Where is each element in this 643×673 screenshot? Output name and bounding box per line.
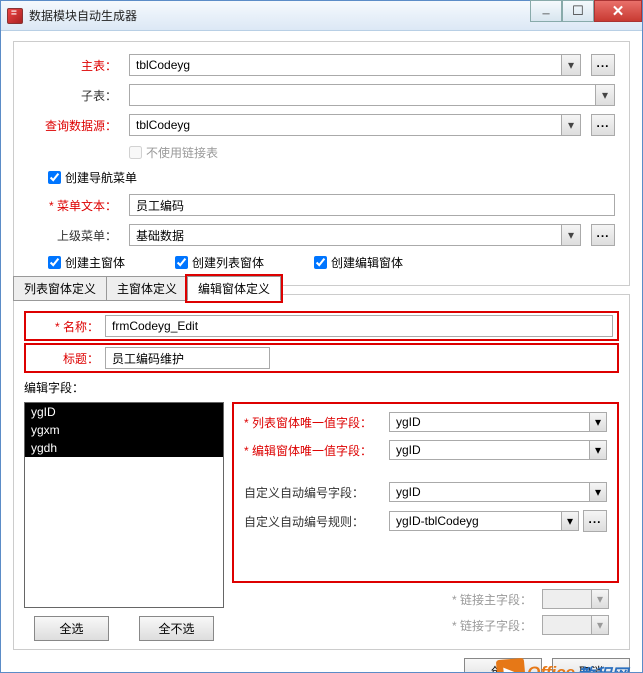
auto-num-field-combo[interactable]: ygID (389, 482, 607, 502)
parent-menu-label: 上级菜单： (28, 227, 123, 244)
create-button[interactable]: 创建 (464, 658, 542, 672)
field-config-box: * 列表窗体唯一值字段： ygID * 编辑窗体唯一值字段： ygID 自定义自… (232, 402, 619, 583)
select-all-button[interactable]: 全选 (34, 616, 109, 641)
link-main-label: * 链接主字段： (242, 591, 542, 608)
tab-list-def[interactable]: 列表窗体定义 (13, 276, 107, 301)
create-list-form-checkbox[interactable]: 创建列表窗体 (175, 254, 264, 271)
list-item[interactable]: ygID (25, 403, 223, 421)
parent-menu-combo[interactable]: 基础数据 (129, 224, 581, 246)
list-unique-combo[interactable]: ygID (389, 412, 607, 432)
edit-name-label: * 名称： (30, 318, 105, 335)
query-source-label: 查询数据源： (28, 117, 123, 134)
edit-name-input[interactable]: frmCodeyg_Edit (105, 315, 613, 337)
edit-title-label: 标题： (30, 350, 105, 367)
cancel-button[interactable]: 取消 (552, 658, 630, 672)
menu-text-input[interactable]: 员工编码 (129, 194, 615, 216)
link-main-combo (542, 589, 609, 609)
field-listbox[interactable]: ygID ygxm ygdh (24, 402, 224, 608)
sub-table-combo[interactable] (129, 84, 615, 106)
edit-title-input[interactable]: 员工编码维护 (105, 347, 270, 369)
window-controls (530, 1, 642, 30)
menu-text-label: * 菜单文本： (28, 197, 123, 214)
list-item[interactable]: ygdh (25, 439, 223, 457)
bottom-bar: 创建 取消 ▶ Office 教程网 www.office26.com (13, 650, 630, 672)
link-sub-label: * 链接子字段： (242, 617, 542, 634)
list-item[interactable]: ygxm (25, 421, 223, 439)
create-main-form-checkbox[interactable]: 创建主窗体 (48, 254, 125, 271)
maximize-button[interactable] (562, 0, 594, 22)
tab-panel: 列表窗体定义 主窗体定义 编辑窗体定义 * 名称： frmCodeyg_Edit… (13, 294, 630, 650)
auto-num-field-label: 自定义自动编号字段： (244, 484, 389, 501)
minimize-button[interactable] (530, 0, 562, 22)
main-table-browse[interactable] (591, 54, 615, 76)
titlebar: 数据模块自动生成器 (1, 1, 642, 31)
auto-num-rule-combo[interactable]: ygID-tblCodeyg (389, 511, 579, 531)
window-title: 数据模块自动生成器 (29, 7, 137, 24)
create-nav-checkbox[interactable]: 创建导航菜单 (48, 169, 137, 186)
tab-main-def[interactable]: 主窗体定义 (106, 276, 188, 301)
edit-unique-combo[interactable]: ygID (389, 440, 607, 460)
app-window: 数据模块自动生成器 主表： tblCodeyg 子表： 查询数据源： tblCo… (0, 0, 643, 673)
no-link-table-checkbox: 不使用链接表 (129, 144, 218, 161)
main-table-label: 主表： (28, 57, 123, 74)
app-icon (7, 8, 23, 24)
edit-fields-label: 编辑字段： (24, 379, 619, 396)
edit-unique-label: * 编辑窗体唯一值字段： (244, 442, 389, 459)
select-none-button[interactable]: 全不选 (139, 616, 214, 641)
close-button[interactable] (594, 0, 642, 22)
tab-edit-def[interactable]: 编辑窗体定义 (187, 276, 281, 301)
query-source-combo[interactable]: tblCodeyg (129, 114, 581, 136)
link-sub-combo (542, 615, 609, 635)
list-unique-label: * 列表窗体唯一值字段： (244, 414, 389, 431)
auto-num-rule-browse[interactable] (583, 510, 607, 532)
query-source-browse[interactable] (591, 114, 615, 136)
auto-num-rule-label: 自定义自动编号规则： (244, 513, 389, 530)
sub-table-label: 子表： (28, 87, 123, 104)
parent-menu-browse[interactable] (591, 224, 615, 246)
top-panel: 主表： tblCodeyg 子表： 查询数据源： tblCodeyg 不使用链接… (13, 41, 630, 286)
main-table-combo[interactable]: tblCodeyg (129, 54, 581, 76)
tabs: 列表窗体定义 主窗体定义 编辑窗体定义 (13, 276, 629, 301)
create-edit-form-checkbox[interactable]: 创建编辑窗体 (314, 254, 403, 271)
